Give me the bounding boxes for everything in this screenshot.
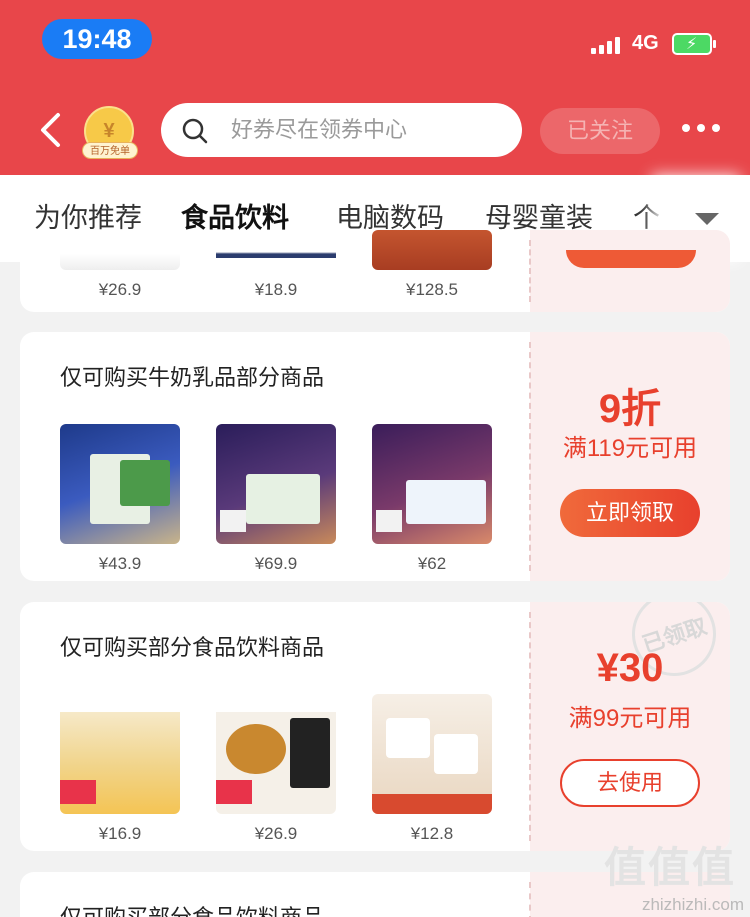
watermark-logo: 值值值 [604, 844, 737, 891]
product-image [60, 424, 180, 544]
product-item[interactable]: ¥16.9 [60, 694, 180, 844]
product-image [372, 694, 492, 814]
signal-icon [591, 36, 620, 54]
product-list: ¥43.9 ¥69.9 ¥62 [60, 424, 492, 574]
product-image [60, 230, 180, 270]
coupon-condition: 满99元可用 [568, 705, 692, 732]
coupon-card: ¥26.9 ¥18.9 ¥128.5 [20, 230, 730, 312]
product-item[interactable]: ¥18.9 [216, 230, 336, 300]
product-price: ¥12.8 [410, 824, 454, 843]
product-price: ¥43.9 [98, 554, 142, 573]
watermark-url: zhizhizhi.com [641, 895, 744, 914]
coupon-action-panel: 已领取 ¥30 满99元可用 去使用 [530, 602, 730, 851]
site-watermark: 值值值 zhizhizhi.com [604, 834, 744, 915]
product-price: ¥26.9 [98, 280, 142, 299]
claim-button-partial[interactable] [566, 250, 696, 268]
badge-label: 百万免单 [82, 142, 138, 159]
status-time: 19:48 [42, 19, 152, 59]
dashed-divider [529, 882, 531, 917]
product-item[interactable]: ¥26.9 [60, 230, 180, 300]
product-item[interactable]: ¥26.9 [216, 694, 336, 844]
product-list: ¥16.9 ¥26.9 ¥12.8 [60, 694, 492, 844]
coupon-title: 仅可购买部分食品饮料商品 [60, 900, 324, 917]
coupon-title: 仅可购买牛奶乳品部分商品 [60, 365, 325, 390]
battery-icon: ⚡ [672, 33, 716, 55]
product-price: ¥26.9 [254, 824, 298, 843]
dashed-divider [529, 612, 531, 841]
coupon-action-panel [530, 230, 730, 312]
product-image [60, 694, 180, 814]
coupon-discount: 9折 [598, 387, 662, 431]
product-price: ¥128.5 [406, 280, 458, 299]
more-icon[interactable] [682, 124, 720, 132]
dashed-divider [529, 240, 531, 302]
coupon-discount: ¥30 [596, 646, 664, 690]
follow-button[interactable]: 已关注 [540, 108, 660, 154]
product-item[interactable]: ¥43.9 [60, 424, 180, 574]
chevron-down-icon [695, 213, 719, 225]
product-item[interactable]: ¥69.9 [216, 424, 336, 574]
search-placeholder: 好券尽在领券中心 [231, 117, 408, 142]
product-image [372, 230, 492, 270]
coupon-action-panel: 9折 满119元可用 立即领取 [530, 332, 730, 581]
dashed-divider [529, 342, 531, 571]
claim-coupon-button[interactable]: 立即领取 [560, 489, 700, 537]
coupon-title: 仅可购买部分食品饮料商品 [60, 635, 325, 660]
product-price: ¥18.9 [254, 280, 298, 299]
product-list: ¥26.9 ¥18.9 ¥128.5 [60, 230, 492, 300]
product-price: ¥69.9 [254, 554, 298, 573]
product-image [216, 230, 336, 270]
coupon-card: 已领取 ¥30 满99元可用 去使用 仅可购买部分食品饮料商品 ¥16.9 ¥2… [20, 602, 730, 851]
product-item[interactable]: ¥12.8 [372, 694, 492, 844]
search-input[interactable]: 好券尽在领券中心 [161, 103, 522, 157]
product-item[interactable]: ¥128.5 [372, 230, 492, 300]
coupon-condition: 满119元可用 [562, 435, 698, 462]
product-image [216, 424, 336, 544]
back-icon[interactable] [38, 112, 64, 148]
product-price: ¥62 [417, 554, 447, 573]
coupon-card: 9折 满119元可用 立即领取 仅可购买牛奶乳品部分商品 ¥43.9 ¥69.9… [20, 332, 730, 581]
search-icon [182, 118, 208, 144]
top-header: 19:48 4G ⚡ ¥ 百万免单 好券尽在领券中心 已关注 [0, 0, 750, 175]
product-item[interactable]: ¥62 [372, 424, 492, 574]
network-label: 4G [632, 32, 659, 54]
free-order-badge[interactable]: ¥ 百万免单 [82, 106, 138, 159]
product-image [372, 424, 492, 544]
product-image [216, 694, 336, 814]
product-price: ¥16.9 [98, 824, 142, 843]
use-coupon-button[interactable]: 去使用 [560, 759, 700, 807]
